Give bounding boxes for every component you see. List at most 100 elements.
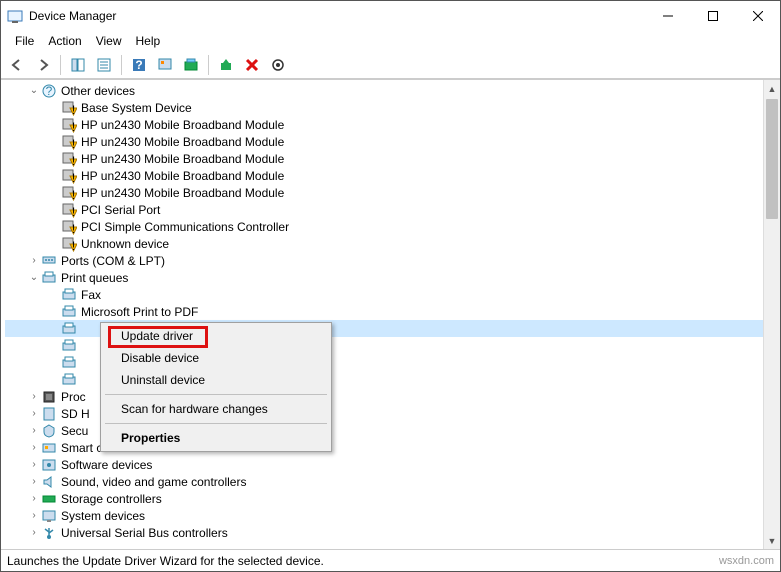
- ctx-separator: [105, 423, 327, 424]
- collapse-arrow-icon[interactable]: ›: [27, 407, 41, 421]
- properties-button[interactable]: [92, 53, 116, 77]
- update-driver-button[interactable]: [214, 53, 238, 77]
- ctx-label: Update driver: [121, 329, 193, 343]
- tree-node-hp-broadband-5[interactable]: !HP un2430 Mobile Broadband Module: [5, 184, 780, 201]
- ctx-scan-hardware[interactable]: Scan for hardware changes: [103, 398, 329, 420]
- collapse-arrow-icon[interactable]: ›: [27, 441, 41, 455]
- statusbar: Launches the Update Driver Wizard for th…: [1, 549, 780, 571]
- menu-help[interactable]: Help: [130, 32, 167, 50]
- tree-node-sound-video[interactable]: ›Sound, video and game controllers: [5, 473, 780, 490]
- printer-icon: [61, 372, 77, 388]
- ctx-uninstall-device[interactable]: Uninstall device: [103, 369, 329, 391]
- warning-device-icon: !: [61, 219, 77, 235]
- node-label: Universal Serial Bus controllers: [61, 526, 228, 540]
- tree-node-ports[interactable]: › Ports (COM & LPT): [5, 252, 780, 269]
- tree-node-base-system[interactable]: ! Base System Device: [5, 99, 780, 116]
- scroll-thumb[interactable]: [766, 99, 778, 219]
- node-label: HP un2430 Mobile Broadband Module: [81, 152, 284, 166]
- warning-device-icon: !: [61, 100, 77, 116]
- tree-node-pci-comm[interactable]: !PCI Simple Communications Controller: [5, 218, 780, 235]
- minimize-button[interactable]: [645, 1, 690, 31]
- node-label: HP un2430 Mobile Broadband Module: [81, 169, 284, 183]
- svg-text:!: !: [72, 154, 75, 167]
- other-devices-icon: ?: [41, 83, 57, 99]
- show-hide-tree-button[interactable]: [66, 53, 90, 77]
- sound-icon: [41, 474, 57, 490]
- help-button[interactable]: ?: [127, 53, 151, 77]
- svg-text:!: !: [72, 205, 75, 218]
- collapse-arrow-icon[interactable]: ›: [27, 424, 41, 438]
- scan-hardware-button[interactable]: [266, 53, 290, 77]
- node-label: System devices: [61, 509, 145, 523]
- node-label: Storage controllers: [61, 492, 162, 506]
- menu-file[interactable]: File: [9, 32, 40, 50]
- tree-node-print-queues[interactable]: ⌄Print queues: [5, 269, 780, 286]
- svg-text:?: ?: [135, 58, 142, 72]
- svg-text:!: !: [72, 137, 75, 150]
- tree-node-hp-broadband-1[interactable]: !HP un2430 Mobile Broadband Module: [5, 116, 780, 133]
- warning-device-icon: !: [61, 185, 77, 201]
- security-icon: [41, 423, 57, 439]
- node-label: SD H: [61, 407, 90, 421]
- tree-node-hp-broadband-2[interactable]: ! HP un2430 Mobile Broadband Module: [5, 133, 780, 150]
- collapse-arrow-icon[interactable]: ›: [27, 509, 41, 523]
- menu-view[interactable]: View: [90, 32, 128, 50]
- back-button[interactable]: [5, 53, 29, 77]
- printer-icon: [61, 338, 77, 354]
- tree-node-storage[interactable]: › Storage controllers: [5, 490, 780, 507]
- warning-device-icon: !: [61, 117, 77, 133]
- collapse-arrow-icon[interactable]: ›: [27, 526, 41, 540]
- svg-text:?: ?: [46, 84, 53, 98]
- collapse-arrow-icon[interactable]: ›: [27, 475, 41, 489]
- ctx-separator: [105, 394, 327, 395]
- svg-text:!: !: [72, 171, 75, 184]
- svg-text:!: !: [72, 188, 75, 201]
- tree-node-hp-broadband-3[interactable]: ! HP un2430 Mobile Broadband Module: [5, 150, 780, 167]
- printer-icon: [61, 304, 77, 320]
- uninstall-button[interactable]: [240, 53, 264, 77]
- close-button[interactable]: [735, 1, 780, 31]
- node-label: PCI Serial Port: [81, 203, 160, 217]
- scroll-up-icon[interactable]: ▲: [764, 80, 780, 97]
- svg-text:!: !: [72, 103, 75, 116]
- tree-node-system-devices[interactable]: › System devices: [5, 507, 780, 524]
- node-label: Microsoft Print to PDF: [81, 305, 198, 319]
- node-label: Secu: [61, 424, 88, 438]
- tree-node-pci-serial[interactable]: ! PCI Serial Port: [5, 201, 780, 218]
- printer-icon: [61, 287, 77, 303]
- forward-button[interactable]: [31, 53, 55, 77]
- expand-arrow-icon[interactable]: ⌄: [27, 271, 41, 285]
- collapse-arrow-icon[interactable]: ›: [27, 254, 41, 268]
- tree-node-ms-pdf[interactable]: Microsoft Print to PDF: [5, 303, 780, 320]
- tree-node-unknown[interactable]: !Unknown device: [5, 235, 780, 252]
- scroll-down-icon[interactable]: ▼: [764, 532, 780, 549]
- tree-node-usb[interactable]: › Universal Serial Bus controllers: [5, 524, 780, 541]
- node-label: Fax: [81, 288, 101, 302]
- device-manager-window: Device Manager File Action View Help ? ⌄…: [0, 0, 781, 572]
- collapse-arrow-icon[interactable]: ›: [27, 390, 41, 404]
- ctx-properties[interactable]: Properties: [103, 427, 329, 449]
- svg-text:!: !: [72, 120, 75, 133]
- tree-node-hp-broadband-4[interactable]: ! HP un2430 Mobile Broadband Module: [5, 167, 780, 184]
- ctx-update-driver[interactable]: Update driver: [103, 325, 329, 347]
- node-label: Ports (COM & LPT): [61, 254, 165, 268]
- node-label: Software devices: [61, 458, 152, 472]
- maximize-button[interactable]: [690, 1, 735, 31]
- tree-node-other-devices[interactable]: ⌄?Other devices: [5, 82, 780, 99]
- collapse-arrow-icon[interactable]: ›: [27, 492, 41, 506]
- expand-arrow-icon[interactable]: ⌄: [27, 84, 41, 98]
- ctx-disable-device[interactable]: Disable device: [103, 347, 329, 369]
- tree-node-software-devices[interactable]: › Software devices: [5, 456, 780, 473]
- node-label: HP un2430 Mobile Broadband Module: [81, 135, 284, 149]
- watermark: wsxdn.com: [719, 555, 780, 567]
- action-button[interactable]: [153, 53, 177, 77]
- menu-action[interactable]: Action: [42, 32, 87, 50]
- tree-node-fax[interactable]: Fax: [5, 286, 780, 303]
- warning-device-icon: !: [61, 236, 77, 252]
- ctx-label: Properties: [121, 431, 180, 445]
- view-button[interactable]: [179, 53, 203, 77]
- tree-pane[interactable]: ⌄?Other devices ! Base System Device ! HP …: [1, 79, 780, 549]
- vertical-scrollbar[interactable]: ▲ ▼: [763, 80, 780, 549]
- collapse-arrow-icon[interactable]: ›: [27, 458, 41, 472]
- node-label: Base System Device: [81, 101, 192, 115]
